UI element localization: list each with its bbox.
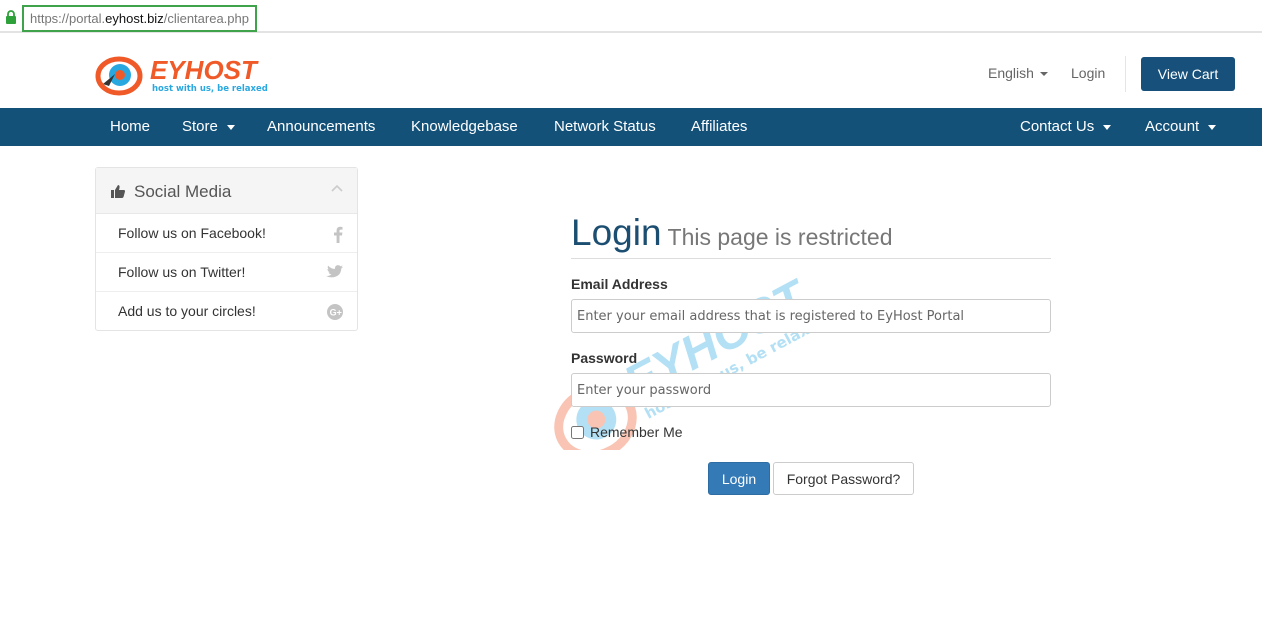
login-button[interactable]: Login — [708, 462, 770, 495]
nav-store[interactable]: Store — [182, 108, 235, 146]
view-cart-button[interactable]: View Cart — [1141, 57, 1235, 91]
nav-knowledgebase-label: Knowledgebase — [411, 118, 518, 135]
remember-me[interactable]: Remember Me — [571, 424, 683, 440]
facebook-icon — [334, 226, 343, 243]
eyhost-watermark-logo: EYHOST host with us, be relaxed — [554, 270, 815, 450]
svg-text:G+: G+ — [330, 308, 342, 318]
browser-address-bar: https://portal.eyhost.biz/clientarea.php — [0, 0, 1262, 33]
nav-contact-us-label: Contact Us — [1020, 118, 1095, 135]
login-heading: Login This page is restricted — [571, 212, 893, 254]
nav-announcements-label: Announcements — [267, 118, 376, 135]
nav-home-label: Home — [110, 118, 151, 135]
nav-store-label: Store — [182, 118, 218, 135]
nav-account[interactable]: Account — [1145, 108, 1217, 146]
panel-header[interactable]: Social Media — [96, 168, 357, 214]
remember-me-label: Remember Me — [590, 424, 683, 440]
sidebar-item-google-plus[interactable]: Add us to your circles! G+ — [96, 292, 357, 331]
email-field[interactable] — [571, 299, 1051, 333]
caret-down-icon — [226, 124, 235, 130]
chevron-up-icon[interactable] — [331, 184, 343, 192]
nav-home[interactable]: Home — [110, 108, 150, 146]
remember-me-checkbox[interactable] — [571, 426, 584, 439]
social-media-panel: Social Media Follow us on Facebook! Foll… — [95, 167, 358, 331]
nav-network-status-label: Network Status — [554, 118, 656, 135]
caret-down-icon — [1039, 72, 1048, 77]
google-plus-icon: G+ — [327, 304, 343, 320]
nav-affiliates[interactable]: Affiliates — [691, 108, 747, 146]
sidebar-item-twitter[interactable]: Follow us on Twitter! — [96, 253, 357, 292]
nav-contact-us[interactable]: Contact Us — [1020, 108, 1112, 146]
caret-down-icon — [1103, 124, 1112, 130]
language-selector[interactable]: English — [988, 65, 1048, 81]
nav-network-status[interactable]: Network Status — [554, 108, 656, 146]
password-label: Password — [571, 350, 638, 366]
url-domain: eyhost.biz — [105, 11, 164, 26]
sidebar-item-label: Add us to your circles! — [118, 303, 256, 319]
page-subtitle: This page is restricted — [667, 224, 893, 250]
nav-announcements[interactable]: Announcements — [267, 108, 375, 146]
url-field[interactable]: https://portal.eyhost.biz/clientarea.php — [22, 5, 257, 32]
email-label: Email Address — [571, 276, 668, 292]
password-field[interactable] — [571, 373, 1051, 407]
language-label: English — [988, 65, 1034, 81]
panel-title: Social Media — [134, 182, 232, 201]
header-divider — [1125, 56, 1126, 92]
thumbs-up-icon — [111, 185, 125, 198]
sidebar-item-label: Follow us on Twitter! — [118, 264, 246, 280]
main-navbar: Home Store Announcements Knowledgebase N… — [0, 108, 1262, 146]
page-title: Login — [571, 212, 662, 253]
url-path: /clientarea.php — [163, 11, 249, 26]
header-login-link[interactable]: Login — [1071, 65, 1105, 81]
svg-text:EYHOST: EYHOST — [150, 55, 259, 85]
url-prefix: https://portal. — [30, 11, 106, 26]
nav-account-label: Account — [1145, 118, 1200, 135]
nav-knowledgebase[interactable]: Knowledgebase — [411, 108, 518, 146]
heading-divider — [571, 258, 1051, 259]
sidebar-item-label: Follow us on Facebook! — [118, 225, 266, 241]
caret-down-icon — [1208, 124, 1217, 130]
twitter-icon — [326, 265, 343, 278]
site-header: EYHOST host with us, be relaxed English … — [0, 38, 1262, 108]
eyhost-logo[interactable]: EYHOST host with us, be relaxed — [95, 54, 285, 98]
lock-icon — [6, 10, 16, 24]
svg-text:host with us, be relaxed: host with us, be relaxed — [152, 84, 268, 94]
sidebar-item-facebook[interactable]: Follow us on Facebook! — [96, 214, 357, 253]
forgot-password-button[interactable]: Forgot Password? — [773, 462, 914, 495]
nav-affiliates-label: Affiliates — [691, 118, 748, 135]
